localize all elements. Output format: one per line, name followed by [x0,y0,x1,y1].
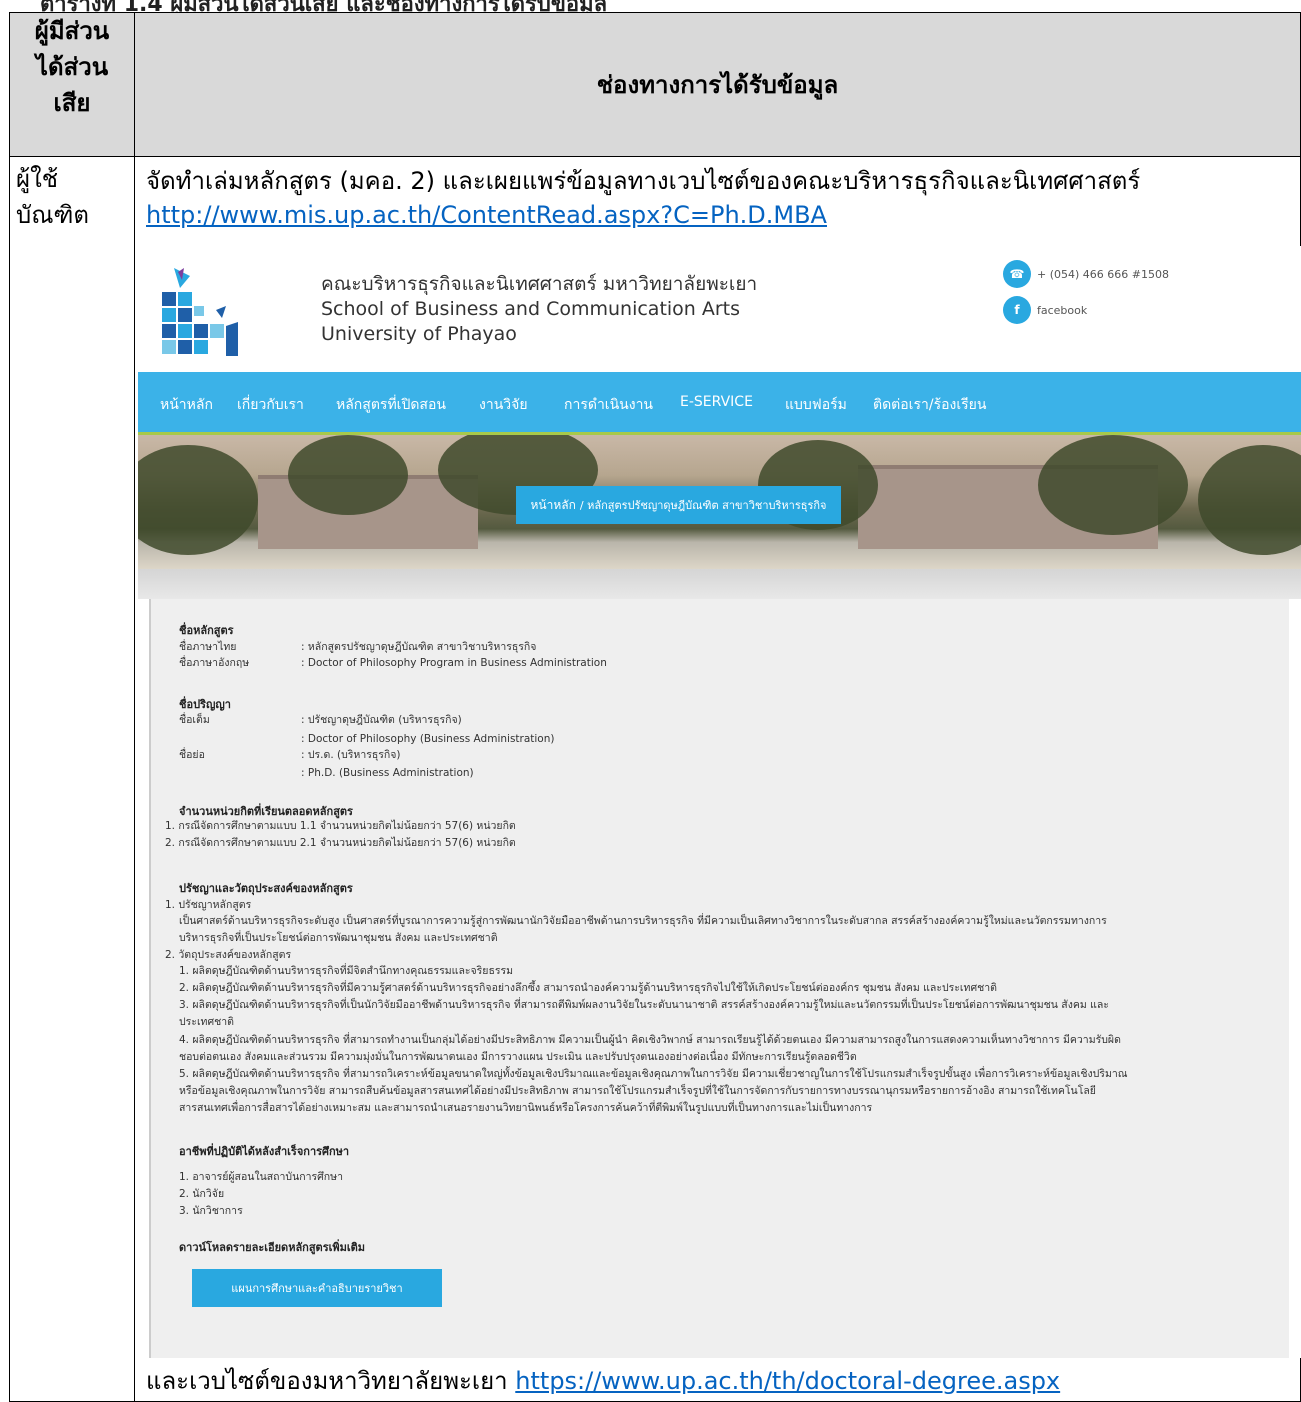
content-line: 2. วัตถุประสงค์ของหลักสูตร [165,949,292,961]
content-line: 3. ผลิตดุษฎีบัณฑิตด้านบริหารธุรกิจที่เป็… [179,999,1109,1011]
header-stakeholder-line2: ได้ส่วน [35,53,109,81]
content-line: หรือข้อมูลเชิงคุณภาพในการวิจัย สามารถสืบ… [179,1085,1096,1097]
content-line: 3. นักวิชาการ [179,1205,243,1217]
content-label: ชื่อภาษาไทย [179,641,237,653]
mis-website-link[interactable]: http://www.mis.up.ac.th/ContentRead.aspx… [146,201,827,229]
channel-description: จัดทำเล่มหลักสูตร (มคอ. 2) และเผยแพร่ข้อ… [146,167,1141,195]
breadcrumb-current: / หลักสูตรปรัชญาดุษฎีบัณฑิต สาขาวิชาบริห… [579,499,827,512]
header-stakeholder: ผู้มีส่วน ได้ส่วน เสีย [9,12,135,157]
breadcrumb-home[interactable]: หน้าหลัก [530,496,575,515]
content-label: ชื่อย่อ [179,749,205,761]
website-screenshot: คณะบริหารธุรกิจและนิเทศศาสตร์ มหาวิทยาลั… [138,246,1301,1358]
content-line: 1. ปรัชญาหลักสูตร [165,899,252,911]
banner-tree [1198,445,1301,555]
banner-divider [138,569,1301,599]
facebook-row[interactable]: f facebook [1003,296,1169,324]
content-line: 2. ผลิตดุษฎีบัณฑิตด้านบริหารธุรกิจที่มีค… [179,982,997,994]
facebook-label: facebook [1037,303,1088,317]
table-caption: ตารางที่ 1.4 ผู้มีส่วนได้ส่วนเสีย และช่อ… [40,0,607,12]
nav-research[interactable]: งานวิจัย [479,394,528,416]
site-header: คณะบริหารธุรกิจและนิเทศศาสตร์ มหาวิทยาลั… [138,246,1301,372]
content-value: : ปรัชญาดุษฎีบัณฑิต (บริหารธุรกิจ) [301,714,462,726]
phone-icon: ☎ [1003,260,1031,288]
breadcrumb: หน้าหลัก / หลักสูตรปรัชญาดุษฎีบัณฑิต สาข… [516,486,841,524]
content-line: ประเทศชาติ [179,1016,234,1028]
phone-number: + (054) 466 666 #1508 [1037,267,1169,281]
stakeholder-line2: บัณฑิต [16,201,90,229]
banner-tree [288,435,408,515]
brand-thai: คณะบริหารธุรกิจและนิเทศศาสตร์ มหาวิทยาลั… [321,273,758,295]
content-heading: ชื่อหลักสูตร [179,624,234,637]
stakeholder-cell: ผู้ใช้ บัณฑิต [9,156,135,1402]
nav-about[interactable]: เกี่ยวกับเรา [237,394,304,416]
content-line: บริหารธุรกิจที่เป็นประโยชน์ต่อการพัฒนาชุ… [179,932,498,944]
page-banner: หน้าหลัก / หลักสูตรปรัชญาดุษฎีบัณฑิต สาข… [138,435,1301,569]
content-value: : Ph.D. (Business Administration) [301,767,474,779]
program-content: ชื่อหลักสูตร ชื่อภาษาไทย : หลักสูตรปรัชญ… [149,599,1289,1358]
header-channel: ช่องทางการได้รับข้อมูล [134,12,1301,157]
banner-tree [1038,435,1188,535]
content-line: 2. กรณีจัดการศึกษาตามแบบ 2.1 จำนวนหน่วยก… [165,837,516,849]
content-label: ชื่อภาษาอังกฤษ [179,657,250,669]
banner-tree [138,445,258,555]
download-curriculum-button[interactable]: แผนการศึกษาและคำอธิบายรายวิชา [192,1269,442,1307]
site-contact: ☎ + (054) 466 666 #1508 f facebook [1003,260,1169,332]
site-brand: คณะบริหารธุรกิจและนิเทศศาสตร์ มหาวิทยาลั… [321,272,757,347]
content-line: 2. นักวิจัย [179,1188,225,1200]
brand-university: University of Phayao [321,323,517,345]
content-line: ชอบต่อตนเอง สังคมและส่วนรวม มีความมุ่งมั… [179,1051,857,1063]
facebook-icon: f [1003,296,1031,324]
content-line: 5. ผลิตดุษฎีบัณฑิตด้านบริหารธุรกิจ ที่สา… [179,1068,1128,1080]
content-label: ชื่อเต็ม [179,714,210,726]
brand-english: School of Business and Communication Art… [321,298,741,320]
content-value: : หลักสูตรปรัชญาดุษฎีบัณฑิต สาขาวิชาบริห… [301,641,537,653]
content-line: 1. อาจารย์ผู้สอนในสถาบันการศึกษา [179,1171,343,1183]
header-stakeholder-line1: ผู้มีส่วน [34,17,110,45]
content-value: : Doctor of Philosophy (Business Adminis… [301,733,555,745]
content-value: : Doctor of Philosophy Program in Busine… [301,657,607,669]
nav-home[interactable]: หน้าหลัก [160,394,213,416]
content-line: สารสนเทศเพื่อการสื่อสารได้อย่างเหมาะสม แ… [179,1102,873,1114]
nav-programs[interactable]: หลักสูตรที่เปิดสอน [336,394,446,416]
content-heading: จำนวนหน่วยกิตที่เรียนตลอดหลักสูตร [179,805,353,818]
content-line: 1. ผลิตดุษฎีบัณฑิตด้านบริหารธุรกิจที่มีจ… [179,965,514,977]
content-heading: ปรัชญาและวัตถุประสงค์ของหลักสูตร [179,882,353,895]
nav-forms[interactable]: แบบฟอร์ม [785,394,847,416]
nav-contact[interactable]: ติดต่อเรา/ร้องเรียน [873,394,986,416]
content-line: 1. กรณีจัดการศึกษาตามแบบ 1.1 จำนวนหน่วยก… [165,820,516,832]
content-heading: ชื่อปริญญา [179,698,231,711]
university-website-text: และเวบไซต์ของมหาวิทยาลัยพะเยา [146,1367,516,1395]
nav-operations[interactable]: การดำเนินงาน [564,394,653,416]
university-website-link[interactable]: https://www.up.ac.th/th/doctoral-degree.… [515,1367,1060,1395]
site-nav: หน้าหลัก เกี่ยวกับเรา หลักสูตรที่เปิดสอน… [138,372,1301,435]
phone-row[interactable]: ☎ + (054) 466 666 #1508 [1003,260,1169,288]
page-top-fragment: ตารางที่ 1.4 ผู้มีส่วนได้ส่วนเสีย และช่อ… [0,0,1301,12]
content-line: 4. ผลิตดุษฎีบัณฑิตด้านบริหารธุรกิจ ที่สา… [179,1034,1121,1046]
stakeholder-line1: ผู้ใช้ [16,165,59,193]
university-logo-icon [162,268,238,356]
university-website-line: และเวบไซต์ของมหาวิทยาลัยพะเยา https://ww… [146,1361,1060,1400]
content-line: เป็นศาสตร์ด้านบริหารธุรกิจระดับสูง เป็นศ… [179,915,1107,927]
channel-cell: จัดทำเล่มหลักสูตร (มคอ. 2) และเผยแพร่ข้อ… [134,156,1301,1402]
content-heading: อาชีพที่ปฏิบัติได้หลังสำเร็จการศึกษา [179,1145,350,1158]
header-stakeholder-line3: เสีย [53,89,91,117]
content-value: : ปร.ด. (บริหารธุรกิจ) [301,749,401,761]
stakeholder-table: ผู้มีส่วน ได้ส่วน เสีย ช่องทางการได้รับข… [9,12,1301,1402]
nav-eservice[interactable]: E-SERVICE [680,394,753,410]
content-heading: ดาวน์โหลดรายละเอียดหลักสูตรเพิ่มเติม [179,1241,366,1254]
